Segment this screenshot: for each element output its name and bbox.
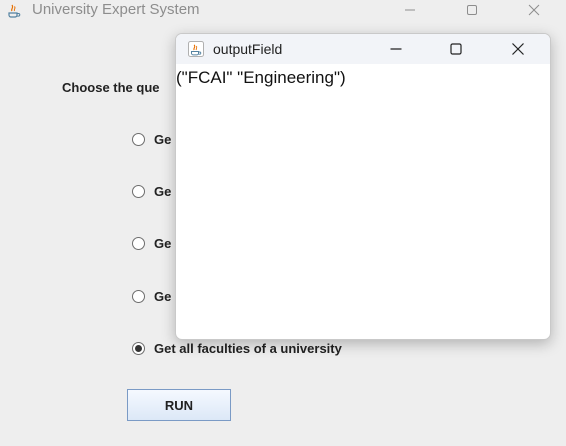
output-maximize-button[interactable]: [434, 34, 478, 64]
close-icon: [512, 43, 524, 55]
output-minimize-button[interactable]: [374, 34, 418, 64]
maximize-icon: [467, 5, 477, 15]
maximize-icon: [450, 43, 462, 55]
option-1-label[interactable]: Ge: [154, 132, 171, 147]
option-2[interactable]: Ge: [132, 182, 171, 200]
option-4-label[interactable]: Ge: [154, 289, 171, 304]
option-4-radio[interactable]: [132, 289, 145, 303]
output-field[interactable]: ("FCAI" "Engineering"): [176, 68, 346, 88]
option-4[interactable]: Ge: [132, 287, 171, 305]
question-label: Choose the que: [62, 80, 160, 95]
minimize-button[interactable]: [390, 0, 430, 20]
output-close-button[interactable]: [496, 34, 540, 64]
java-icon: [188, 41, 204, 57]
run-button[interactable]: RUN: [127, 389, 231, 421]
output-window: outputField ("FCAI" "Engineering"): [175, 33, 551, 340]
option-1[interactable]: Ge: [132, 130, 171, 148]
option-5-label[interactable]: Get all faculties of a university: [154, 341, 342, 356]
option-3-radio[interactable]: [132, 236, 145, 250]
option-5-radio[interactable]: [132, 341, 145, 355]
option-1-radio[interactable]: [132, 132, 145, 146]
main-titlebar[interactable]: University Expert System: [0, 0, 566, 20]
option-3-label[interactable]: Ge: [154, 236, 171, 251]
output-window-title: outputField: [213, 41, 283, 57]
minimize-icon: [405, 9, 415, 11]
minimize-icon: [390, 48, 402, 50]
output-titlebar[interactable]: outputField: [176, 34, 550, 64]
close-button[interactable]: [514, 0, 554, 20]
maximize-button[interactable]: [452, 0, 492, 20]
option-2-label[interactable]: Ge: [154, 184, 171, 199]
java-icon: [6, 2, 22, 18]
option-2-radio[interactable]: [132, 184, 145, 198]
window-title: University Expert System: [32, 1, 200, 18]
close-icon: [528, 4, 540, 16]
option-5[interactable]: Get all faculties of a university: [132, 339, 342, 357]
option-3[interactable]: Ge: [132, 234, 171, 252]
